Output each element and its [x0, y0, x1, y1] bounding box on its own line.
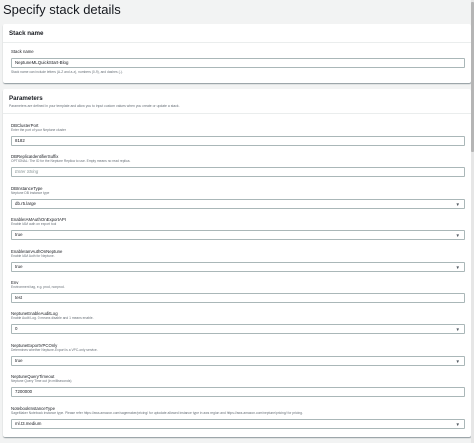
param-description: Neptune DB instance type — [11, 191, 50, 195]
param-description: Environment tag, e.g. prod, nonprod. — [11, 285, 65, 289]
caret-down-icon: ▼ — [455, 233, 460, 238]
parameters-panel-header: Parameters Parameters are defined in you… — [3, 89, 471, 114]
caret-down-icon: ▼ — [455, 422, 460, 427]
page-title: Specify stack details — [3, 2, 121, 17]
select-value: true — [15, 232, 23, 237]
stack-name-hint: Stack name can include letters (A-Z and … — [11, 70, 123, 74]
stack-name-panel: Stack name Stack name NeptuneMLQuickStar… — [3, 24, 471, 83]
stack-name-panel-title: Stack name — [9, 30, 44, 37]
param-enableiamauthonexportapi: EnableIAMAuthOnExportAPI Enable IAM auth… — [11, 217, 465, 240]
param-neptuneexportvpconly: NeptuneExportVPCOnly Determines whether … — [11, 343, 465, 366]
param-dbinstancetype: DBInstanceType Neptune DB instance type … — [11, 186, 465, 209]
param-enableiamauthonneptune: EnableIamAuthOnNeptune Enable IAM Auth f… — [11, 249, 465, 272]
param-description: Enter the port of your Neptune cluster — [11, 128, 66, 132]
caret-down-icon: ▼ — [455, 327, 460, 332]
neptuneexportvpconly-select[interactable]: true ▼ — [11, 356, 465, 366]
enableiamauthonexportapi-select[interactable]: true ▼ — [11, 230, 465, 240]
neptuneenableauditlog-select[interactable]: 0 ▼ — [11, 324, 465, 334]
caret-down-icon: ▼ — [455, 359, 460, 364]
param-notebookinstancetype: NotebookInstanceType SageMaker Notebook … — [11, 406, 465, 429]
stack-name-input[interactable]: NeptuneMLQuickStart-Blog — [11, 58, 465, 68]
param-description: Neptune Query Time out (in milliseconds) — [11, 379, 72, 383]
neptunequerytimeout-input[interactable]: 7200000 — [11, 387, 465, 397]
env-input[interactable]: test — [11, 293, 465, 303]
parameters-panel-title: Parameters — [9, 95, 43, 102]
param-description: Determines whether Neptune-Export is a V… — [11, 348, 98, 352]
param-description: Enable IAM auth on export tool — [11, 222, 57, 226]
notebookinstancetype-select[interactable]: ml.t3.medium ▼ — [11, 419, 465, 429]
param-neptuneenableauditlog: NeptuneEnableAuditLog Enable Audit Log. … — [11, 311, 465, 334]
dbreplicaidentifiersuffix-input[interactable]: Enter String — [11, 167, 465, 177]
enableiamauthonneptune-select[interactable]: true ▼ — [11, 262, 465, 272]
param-description: SageMaker Notebook instance type. Please… — [11, 411, 303, 415]
parameters-panel-description: Parameters are defined in your template … — [9, 103, 180, 108]
param-dbreplicaidentifiersuffix: DBReplicaIdentifierSuffix OPTIONAL: The … — [11, 154, 465, 177]
param-neptunequerytimeout: NeptuneQueryTimeout Neptune Query Time o… — [11, 374, 465, 397]
param-description: OPTIONAL: The ID for the Neptune Replica… — [11, 159, 131, 163]
param-env: Env Environment tag, e.g. prod, nonprod.… — [11, 280, 465, 303]
param-dbclusterport: DBClusterPort Enter the port of your Nep… — [11, 123, 465, 146]
caret-down-icon: ▼ — [455, 265, 460, 270]
select-value: db.r5.large — [15, 201, 36, 206]
parameters-panel: Parameters Parameters are defined in you… — [3, 89, 471, 437]
stack-name-field: Stack name NeptuneMLQuickStart-Blog Stac… — [11, 49, 465, 74]
param-description: Enable IAM Auth for Neptune. — [11, 254, 55, 258]
param-description: Enable Audit Log. 0 means disable and 1 … — [11, 316, 94, 320]
select-value: 0 — [15, 326, 18, 331]
stack-name-label: Stack name — [11, 49, 34, 54]
dbinstancetype-select[interactable]: db.r5.large ▼ — [11, 199, 465, 209]
select-value: ml.t3.medium — [15, 421, 42, 426]
caret-down-icon: ▼ — [455, 202, 460, 207]
dbclusterport-input[interactable]: 8182 — [11, 136, 465, 146]
select-value: true — [15, 264, 23, 269]
select-value: true — [15, 358, 23, 363]
stack-name-panel-header: Stack name — [3, 24, 471, 43]
